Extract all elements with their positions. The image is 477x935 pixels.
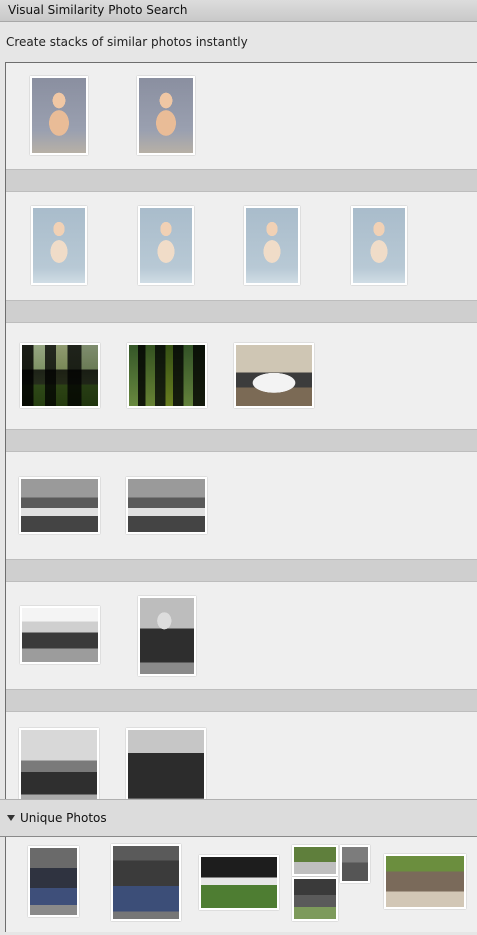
photo-thumbnail[interactable] <box>234 343 314 408</box>
stack-row-6 <box>6 712 477 799</box>
photo-thumbnail[interactable] <box>138 206 194 285</box>
stack-separator <box>6 689 477 712</box>
photo-thumbnail[interactable] <box>244 206 300 285</box>
photo-thumbnail[interactable] <box>126 728 206 799</box>
stack-separator <box>6 559 477 582</box>
stack-separator <box>6 300 477 323</box>
photo-thumbnail[interactable] <box>292 877 338 921</box>
panel-title: Visual Similarity Photo Search <box>8 3 188 17</box>
photo-thumbnail[interactable] <box>199 855 279 910</box>
photo-thumbnail[interactable] <box>19 477 100 534</box>
photo-thumbnail[interactable] <box>126 477 207 534</box>
unique-photos-header[interactable]: Unique Photos <box>0 799 477 837</box>
photo-thumbnail[interactable] <box>138 596 196 676</box>
panel-titlebar: Visual Similarity Photo Search <box>0 0 477 22</box>
unique-photos-label: Unique Photos <box>20 811 107 825</box>
unique-photos-panel <box>5 837 477 932</box>
photo-thumbnail[interactable] <box>31 206 87 285</box>
photo-thumbnail[interactable] <box>292 845 338 876</box>
stack-row-1 <box>6 63 477 169</box>
stack-row-3 <box>6 323 477 429</box>
stack-row-2 <box>6 192 477 300</box>
stack-separator <box>6 429 477 452</box>
stack-separator <box>6 169 477 192</box>
photo-thumbnail[interactable] <box>30 76 88 155</box>
photo-thumbnail[interactable] <box>28 846 79 917</box>
photo-thumbnail[interactable] <box>137 76 195 155</box>
subtitle: Create stacks of similar photos instantl… <box>6 35 248 49</box>
photo-thumbnail[interactable] <box>20 606 100 664</box>
photo-thumbnail[interactable] <box>19 728 99 799</box>
stack-row-4 <box>6 452 477 559</box>
photo-thumbnail[interactable] <box>20 343 100 408</box>
photo-thumbnail[interactable] <box>351 206 407 285</box>
photo-thumbnail[interactable] <box>111 844 181 921</box>
photo-thumbnail[interactable] <box>127 343 207 408</box>
photo-thumbnail[interactable] <box>340 845 370 883</box>
stack-row-5 <box>6 582 477 689</box>
collapse-triangle-icon[interactable] <box>7 815 15 821</box>
photo-thumbnail[interactable] <box>384 854 466 909</box>
